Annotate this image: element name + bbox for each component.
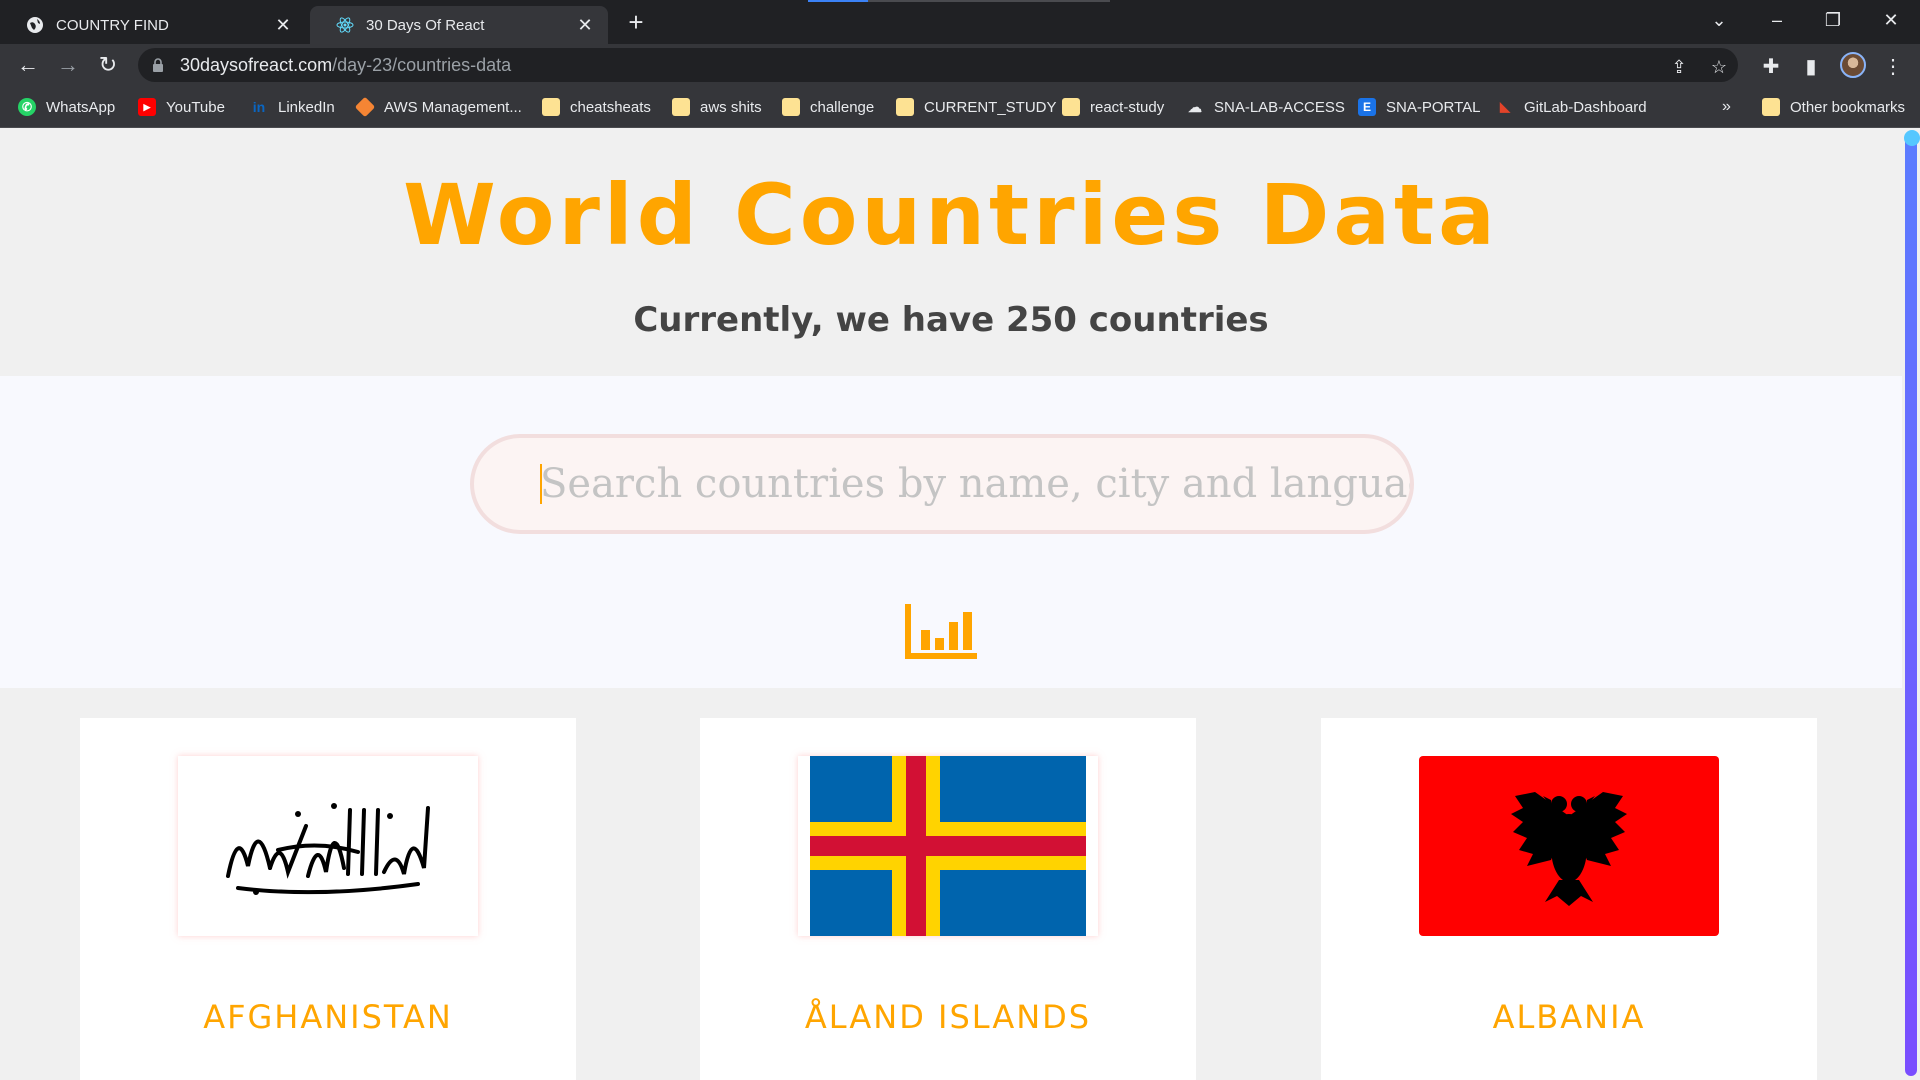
folder-icon [1762,98,1780,116]
folder-icon [672,98,690,116]
bookmark-label: WhatsApp [46,98,116,116]
tab-search-icon[interactable]: ⌄ [1694,2,1744,38]
close-tab-icon[interactable]: ✕ [574,14,596,36]
bookmark-label: YouTube [166,98,225,116]
e-icon: E [1358,98,1376,116]
aland-islands-flag [798,756,1098,936]
browser-toolbar: ← → ↻ 30daysofreact.com /day-23/countrie… [0,44,1920,86]
side-panel-icon[interactable]: ▮ [1798,53,1824,79]
bookmarks-bar: ✆ WhatsApp ▶ YouTube in LinkedIn AWS Man… [0,86,1920,128]
albania-flag [1419,756,1719,936]
bookmark-star-icon[interactable]: ☆ [1708,56,1730,78]
text-caret [540,464,542,504]
gitlab-icon: ◣ [1500,99,1510,114]
scrollbar-thumb[interactable] [1905,136,1917,1076]
extensions-icon[interactable]: ✚ [1758,53,1784,79]
linkedin-icon: in [252,99,266,115]
tab-country-find[interactable]: COUNTRY FIND ✕ [0,6,306,44]
avatar[interactable] [1840,52,1866,78]
bookmark-youtube[interactable]: ▶ YouTube [138,96,225,118]
back-button[interactable]: ← [12,49,44,81]
bookmarks-overflow-button[interactable]: » [1722,96,1731,118]
minimize-button[interactable]: – [1752,2,1802,38]
url-path: /day-23/countries-data [332,54,512,75]
bookmark-label: react-study [1090,98,1165,116]
page-header: World Countries Data Currently, we have … [0,128,1902,376]
folder-icon [896,98,914,116]
bookmark-folder-cheatsheats[interactable]: cheatsheats [542,96,651,118]
new-tab-button[interactable]: + [622,7,650,37]
react-icon [336,16,354,34]
tab-30-days-of-react[interactable]: 30 Days Of React ✕ [310,6,608,44]
bookmark-sna-lab-access[interactable]: ☁ SNA-LAB-ACCESS [1186,96,1345,118]
bookmark-label: LinkedIn [278,98,335,116]
search-input[interactable] [470,434,1414,534]
bookmark-gitlab-dashboard[interactable]: ◣ GitLab-Dashboard [1496,96,1647,118]
country-card[interactable]: ÅLAND ISLANDS [700,718,1196,1080]
restore-button[interactable]: ❐ [1808,2,1858,38]
bookmark-label: challenge [810,98,875,116]
bookmark-aws[interactable]: AWS Management... [354,96,522,118]
bookmark-folder-react-study[interactable]: react-study [1062,96,1164,118]
folder-icon [782,98,800,116]
tab-divider [868,0,1110,2]
close-window-button[interactable]: ✕ [1866,2,1916,38]
bookmark-label: SNA-LAB-ACCESS [1214,98,1345,116]
page-title: World Countries Data [403,166,1499,264]
page-scrollbar[interactable] [1902,128,1920,1080]
bookmark-label: Other bookmarks [1790,98,1906,116]
bookmark-sna-portal[interactable]: E SNA-PORTAL [1358,96,1480,118]
tab-title: COUNTRY FIND [56,16,169,34]
bookmark-folder-current-study[interactable]: CURRENT_STUDY [896,96,1057,118]
country-count-subtitle: Currently, we have 250 countries [633,300,1269,340]
country-name: ÅLAND ISLANDS [804,998,1092,1036]
folder-icon [542,98,560,116]
youtube-icon: ▶ [138,98,156,116]
bookmark-label: GitLab-Dashboard [1524,98,1647,116]
bookmark-label: SNA-PORTAL [1386,98,1481,116]
sna-icon: ☁ [1188,98,1202,115]
bookmark-label: aws shits [700,98,762,116]
country-card[interactable]: AFGHANISTAN [80,718,576,1080]
close-tab-icon[interactable]: ✕ [272,14,294,36]
bookmark-label: cheatsheats [570,98,651,116]
scrollbar-knob[interactable] [1904,130,1920,146]
bookmark-folder-aws-shits[interactable]: aws shits [672,96,762,118]
countries-grid: AFGHANISTAN ÅLAND ISLANDS ALBANIA [0,688,1902,1080]
search-section [0,376,1902,688]
reload-button[interactable]: ↻ [92,49,124,81]
country-card[interactable]: ALBANIA [1321,718,1817,1080]
bookmark-label: AWS Management... [384,98,522,116]
bookmark-label: CURRENT_STUDY [924,98,1057,116]
page-viewport: World Countries Data Currently, we have … [0,128,1902,1080]
folder-icon [1062,98,1080,116]
lock-icon [152,57,166,73]
tab-bar: COUNTRY FIND ✕ 30 Days Of React ✕ + ⌄ – … [0,0,1920,44]
address-bar[interactable]: 30daysofreact.com /day-23/countries-data… [138,48,1738,82]
bar-chart-icon[interactable] [905,604,977,660]
menu-icon[interactable]: ⋮ [1880,53,1906,79]
share-icon[interactable]: ⇪ [1668,56,1690,78]
whatsapp-icon: ✆ [18,98,36,116]
bookmark-linkedin[interactable]: in LinkedIn [250,96,335,118]
tab-title: 30 Days Of React [366,16,485,34]
aws-icon [354,96,376,118]
forward-button[interactable]: → [52,49,84,81]
url-host: 30daysofreact.com [180,54,333,75]
loading-indicator [808,0,868,2]
country-name: ALBANIA [1492,998,1646,1036]
bookmark-whatsapp[interactable]: ✆ WhatsApp [18,96,115,118]
globe-icon [26,16,44,34]
afghanistan-flag [178,756,478,936]
country-name: AFGHANISTAN [203,998,453,1036]
other-bookmarks[interactable]: Other bookmarks [1762,96,1905,118]
bookmark-folder-challenge[interactable]: challenge [782,96,874,118]
